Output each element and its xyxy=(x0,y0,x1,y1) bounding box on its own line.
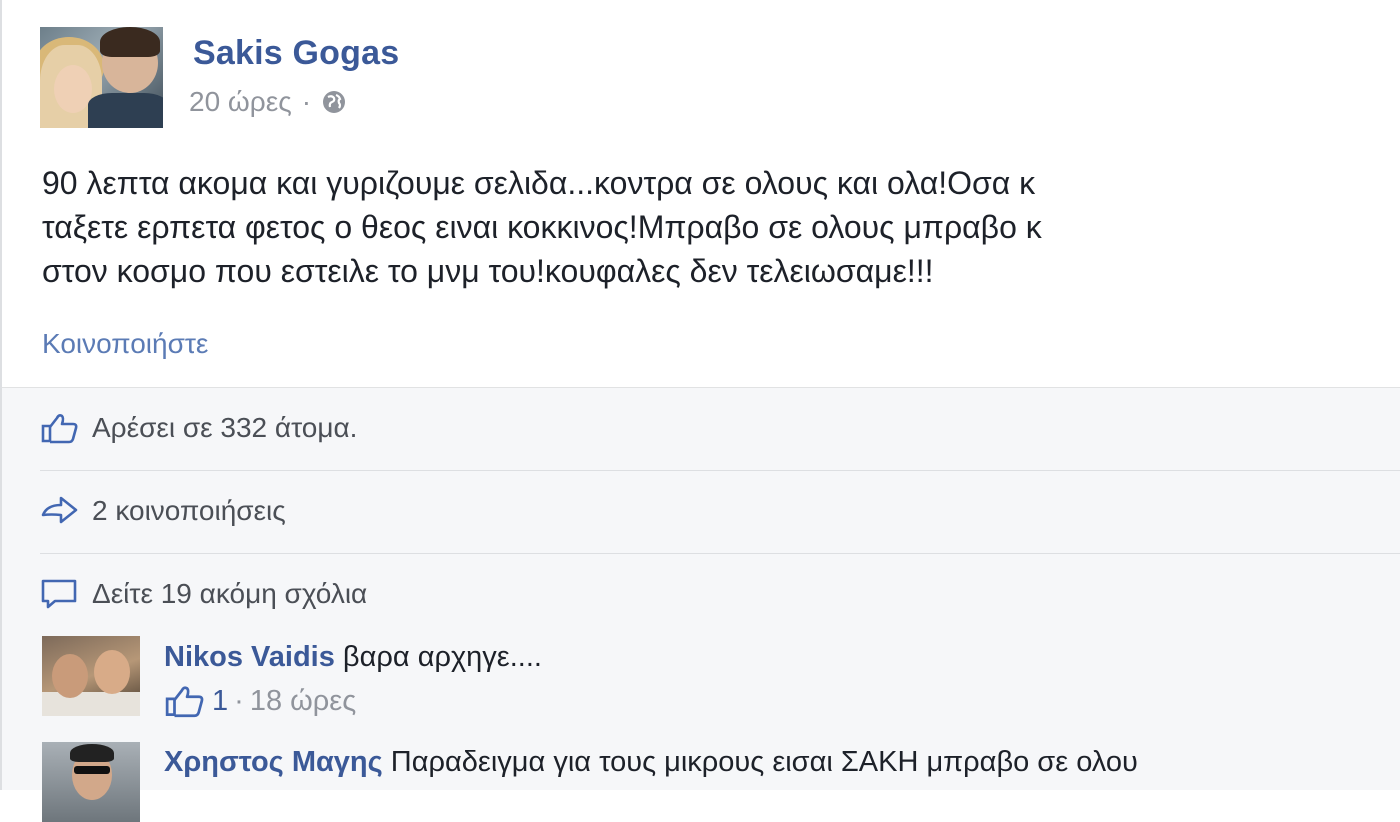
author-avatar[interactable] xyxy=(40,27,163,128)
thumbs-up-icon xyxy=(41,414,78,444)
comment-timestamp[interactable]: 18 ώρες xyxy=(250,685,356,718)
shares-count-text[interactable]: 2 κοινοποιήσεις xyxy=(92,495,286,527)
more-comments-link[interactable]: Δείτε 19 ακόμη σχόλια xyxy=(40,578,1400,610)
commenter-avatar[interactable] xyxy=(42,742,140,822)
meta-separator: · xyxy=(234,684,244,717)
comment-meta: 1 · 18 ώρες xyxy=(164,684,356,718)
post-meta: 20 ώρες · xyxy=(189,86,347,118)
post-text-line: ταξετε ερπετα φετος ο θεος ειναι κοκκινο… xyxy=(42,209,1042,245)
likes-count-text[interactable]: Αρέσει σε 332 άτομα. xyxy=(92,412,357,444)
post-timestamp[interactable]: 20 ώρες xyxy=(189,86,292,118)
likes-summary[interactable]: Αρέσει σε 332 άτομα. xyxy=(40,412,1400,444)
post-text: 90 λεπτα ακομα και γυριζουμε σελιδα...κο… xyxy=(42,161,1400,293)
share-link[interactable]: Κοινοποιήστε xyxy=(42,328,208,360)
divider xyxy=(40,553,1400,554)
globe-icon[interactable] xyxy=(321,89,347,115)
thumbs-up-icon xyxy=(165,686,204,718)
more-comments-text[interactable]: Δείτε 19 ακόμη σχόλια xyxy=(92,578,367,610)
share-arrow-icon xyxy=(41,496,78,524)
comment-bubble-icon xyxy=(41,579,77,609)
meta-separator: · xyxy=(301,86,312,117)
post-header-body: Sakis Gogas 20 ώρες · 90 λεπτα ακομα και… xyxy=(2,0,1400,387)
post-text-line: στον κοσμο που εστειλε το μνμ του!κουφαλ… xyxy=(42,253,934,289)
comment-author-link[interactable]: Χρηστος Μαγης xyxy=(164,746,383,778)
comment-text: Παραδειγμα για τους μικρους εισαι ΣΑΚΗ μ… xyxy=(390,746,1138,778)
post-text-line: 90 λεπτα ακομα και γυριζουμε σελιδα...κο… xyxy=(42,165,1036,201)
author-name-link[interactable]: Sakis Gogas xyxy=(193,34,399,73)
post-card: Sakis Gogas 20 ώρες · 90 λεπτα ακομα και… xyxy=(0,0,1400,822)
shares-summary[interactable]: 2 κοινοποιήσεις xyxy=(40,495,1400,527)
divider xyxy=(40,470,1400,471)
commenter-avatar[interactable] xyxy=(42,636,140,716)
comment: Χρηστος Μαγης Παραδειγμα για τους μικρου… xyxy=(164,746,1138,779)
comment-author-link[interactable]: Nikos Vaidis xyxy=(164,641,335,673)
comment: Nikos Vaidis βαρα αρχηγε.... xyxy=(164,641,542,674)
comment-text: βαρα αρχηγε.... xyxy=(342,641,542,673)
comment-like-count[interactable]: 1 xyxy=(212,685,228,718)
